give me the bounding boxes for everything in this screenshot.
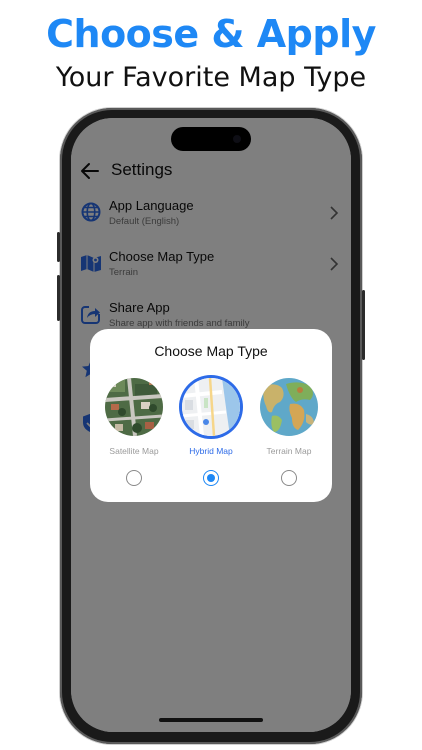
option-hybrid-map[interactable]: Hybrid Map [177,376,245,496]
option-label: Satellite Map [109,446,159,456]
radio-satellite-map[interactable] [126,470,142,486]
option-satellite-map[interactable]: Satellite Map [100,376,168,496]
subline: Your Favorite Map Type [55,62,367,93]
hybrid-map-thumbnail [182,378,240,436]
home-indicator [159,718,263,722]
dialog-title: Choose Map Type [154,343,268,359]
radio-terrain-map[interactable] [281,470,297,486]
headline: Choose & Apply [46,12,376,56]
map-type-dialog: Choose Map Type Satellite Map Hybrid Map… [90,329,332,502]
satellite-map-thumbnail [105,378,163,436]
side-button [57,275,60,321]
side-button [57,232,60,262]
option-terrain-map[interactable]: Terrain Map [255,376,323,496]
terrain-map-thumbnail [260,378,318,436]
radio-hybrid-map[interactable] [203,470,219,486]
option-label: Hybrid Map [189,446,233,456]
side-button [362,290,365,360]
option-label: Terrain Map [266,446,312,456]
